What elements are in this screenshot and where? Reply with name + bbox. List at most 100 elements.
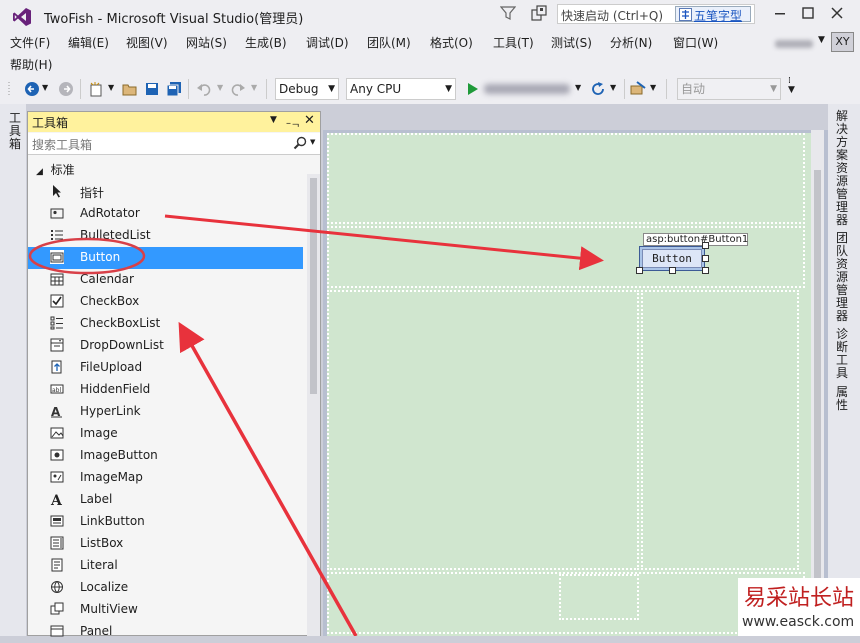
menu-window[interactable]: 窗口(W) bbox=[673, 34, 718, 51]
collapse-triangle-icon: ◢ bbox=[36, 167, 43, 177]
toolbox-item-button[interactable]: Button bbox=[28, 247, 303, 269]
toolbox-group-standard[interactable]: ◢ 标准 bbox=[36, 161, 75, 178]
toolbox-item-label: 指针 bbox=[80, 186, 105, 200]
maximize-icon[interactable] bbox=[799, 4, 817, 22]
menu-debug[interactable]: 调试(D) bbox=[306, 34, 349, 51]
designer-scroll-thumb[interactable] bbox=[814, 170, 821, 590]
menu-build[interactable]: 生成(B) bbox=[245, 34, 287, 51]
new-project-icon[interactable] bbox=[88, 81, 104, 97]
layout-region-right[interactable] bbox=[641, 290, 799, 570]
start-debug-icon[interactable] bbox=[464, 81, 480, 97]
layout-region-top[interactable] bbox=[327, 133, 805, 224]
back-dropdown-icon[interactable]: ▼ bbox=[42, 83, 48, 92]
undo-dropdown-icon[interactable]: ▼ bbox=[217, 83, 223, 92]
properties-tab[interactable]: 属性 bbox=[836, 386, 850, 412]
layout-region-left[interactable] bbox=[327, 290, 639, 570]
menu-view[interactable]: 视图(V) bbox=[126, 34, 168, 51]
solution-explorer-tab[interactable]: 解决方案资源管理器 bbox=[836, 110, 850, 227]
toolbox-item-calendar[interactable]: Calendar bbox=[28, 269, 303, 291]
search-icon[interactable] bbox=[293, 136, 307, 150]
redo-icon[interactable] bbox=[230, 81, 246, 97]
save-all-icon[interactable] bbox=[166, 81, 182, 97]
toolbox-item-localize[interactable]: Localize bbox=[28, 577, 303, 599]
close-icon[interactable] bbox=[825, 4, 849, 22]
diagnostic-tools-tab[interactable]: 诊断工具 bbox=[836, 328, 850, 380]
toolbox-item-listbox[interactable]: ListBox bbox=[28, 533, 303, 555]
toolbox-item-hiddenfield[interactable]: abl HiddenField bbox=[28, 379, 303, 401]
design-surface[interactable]: asp:button#Button1 Button bbox=[327, 133, 811, 636]
auto-select[interactable]: 自动 ▼ bbox=[677, 78, 781, 100]
open-file-icon[interactable] bbox=[122, 81, 138, 97]
toolbox-item-label: CheckBox bbox=[80, 294, 140, 308]
refresh-dropdown-icon[interactable]: ▼ bbox=[610, 83, 616, 92]
toolbox-vertical-tab[interactable]: 工具箱 bbox=[9, 112, 23, 151]
layout-region-footer-cell[interactable] bbox=[559, 574, 639, 620]
minimize-icon[interactable] bbox=[771, 4, 789, 22]
refresh-icon[interactable] bbox=[590, 81, 606, 97]
toolbox-window: 工具箱 ▼ –ᆨ ✕ 搜索工具箱 ▼ ◢ 标准 指针 AdRotator Bulle… bbox=[27, 111, 321, 638]
toolbox-item-literal[interactable]: Literal bbox=[28, 555, 303, 577]
multiview-icon bbox=[50, 602, 64, 615]
team-explorer-tab[interactable]: 团队资源管理器 bbox=[836, 232, 850, 323]
toolbar-grip-icon[interactable] bbox=[8, 81, 12, 97]
toolbox-item-imagemap[interactable]: ImageMap bbox=[28, 467, 303, 489]
toolbox-scroll-thumb[interactable] bbox=[310, 178, 317, 394]
menu-website[interactable]: 网站(S) bbox=[186, 34, 227, 51]
menu-edit[interactable]: 编辑(E) bbox=[68, 34, 109, 51]
toolbox-item-multiview[interactable]: MultiView bbox=[28, 599, 303, 621]
window-position-icon[interactable]: ▼ bbox=[270, 115, 277, 125]
menu-help[interactable]: 帮助(H) bbox=[10, 56, 52, 73]
platform-select[interactable]: Any CPU ▼ bbox=[346, 78, 456, 100]
forward-icon[interactable] bbox=[58, 81, 74, 97]
menu-team[interactable]: 团队(M) bbox=[367, 34, 411, 51]
toolbox-item-linkbutton[interactable]: LinkButton bbox=[28, 511, 303, 533]
toolbox-scrollbar[interactable] bbox=[307, 174, 320, 636]
toolbox-item-hyperlink[interactable]: A HyperLink bbox=[28, 401, 303, 423]
close-icon[interactable]: ✕ bbox=[304, 113, 315, 128]
resize-handle[interactable] bbox=[702, 255, 709, 262]
menu-analyze[interactable]: 分析(N) bbox=[610, 34, 652, 51]
quick-launch-input[interactable]: 快速启动 (Ctrl+Q) 五笔字型 bbox=[557, 4, 755, 24]
toolbox-item-panel[interactable]: Panel bbox=[28, 621, 303, 643]
resize-handle[interactable] bbox=[636, 267, 643, 274]
pin-icon[interactable]: –ᆨ bbox=[286, 114, 300, 129]
toolbox-item-dropdownlist[interactable]: DropDownList bbox=[28, 335, 303, 357]
toolbox-item-pointer[interactable]: 指针 bbox=[28, 181, 303, 203]
new-dropdown-icon[interactable]: ▼ bbox=[108, 83, 114, 92]
toolbox-item-checkbox[interactable]: CheckBox bbox=[28, 291, 303, 313]
search-options-icon[interactable]: ▼ bbox=[310, 138, 315, 146]
resize-handle[interactable] bbox=[669, 267, 676, 274]
chevron-down-icon[interactable]: ▼ bbox=[818, 35, 825, 45]
calendar-icon bbox=[50, 273, 64, 286]
toolbox-item-fileupload[interactable]: FileUpload bbox=[28, 357, 303, 379]
resize-handle[interactable] bbox=[702, 242, 709, 249]
filter-icon[interactable] bbox=[500, 5, 516, 21]
browser-link-icon[interactable] bbox=[630, 81, 646, 97]
menu-format[interactable]: 格式(O) bbox=[430, 34, 473, 51]
browser-link-dropdown-icon[interactable]: ▼ bbox=[650, 83, 656, 92]
toolbar-separator bbox=[666, 79, 667, 99]
browser-dropdown-icon[interactable]: ▼ bbox=[575, 83, 581, 92]
menu-test[interactable]: 测试(S) bbox=[551, 34, 592, 51]
toolbox-item-checkboxlist[interactable]: CheckBoxList bbox=[28, 313, 303, 335]
save-icon[interactable] bbox=[144, 81, 160, 97]
designer-scrollbar[interactable] bbox=[811, 130, 824, 636]
menu-file[interactable]: 文件(F) bbox=[10, 34, 50, 51]
toolbox-item-label[interactable]: A Label bbox=[28, 489, 303, 511]
undo-icon[interactable] bbox=[196, 81, 212, 97]
resize-handle[interactable] bbox=[702, 267, 709, 274]
browser-target-blurred[interactable] bbox=[484, 84, 570, 94]
toolbox-item-adrotator[interactable]: AdRotator bbox=[28, 203, 303, 225]
back-icon[interactable] bbox=[24, 81, 40, 97]
avatar[interactable]: XY bbox=[831, 32, 854, 52]
toolbox-search-input[interactable]: 搜索工具箱 ▼ bbox=[28, 133, 320, 155]
toolbox-item-bulletedlist[interactable]: BulletedList bbox=[28, 225, 303, 247]
toolbox-item-imagebutton[interactable]: ImageButton bbox=[28, 445, 303, 467]
toolbar-overflow-icon[interactable]: ⁞ ▼ bbox=[788, 77, 795, 95]
redo-dropdown-icon[interactable]: ▼ bbox=[251, 83, 257, 92]
configuration-select[interactable]: Debug ▼ bbox=[275, 78, 339, 100]
menu-tools[interactable]: 工具(T) bbox=[493, 34, 534, 51]
ime-indicator[interactable]: 五笔字型 bbox=[675, 6, 751, 23]
notifications-icon[interactable] bbox=[531, 5, 549, 21]
toolbox-item-image[interactable]: Image bbox=[28, 423, 303, 445]
